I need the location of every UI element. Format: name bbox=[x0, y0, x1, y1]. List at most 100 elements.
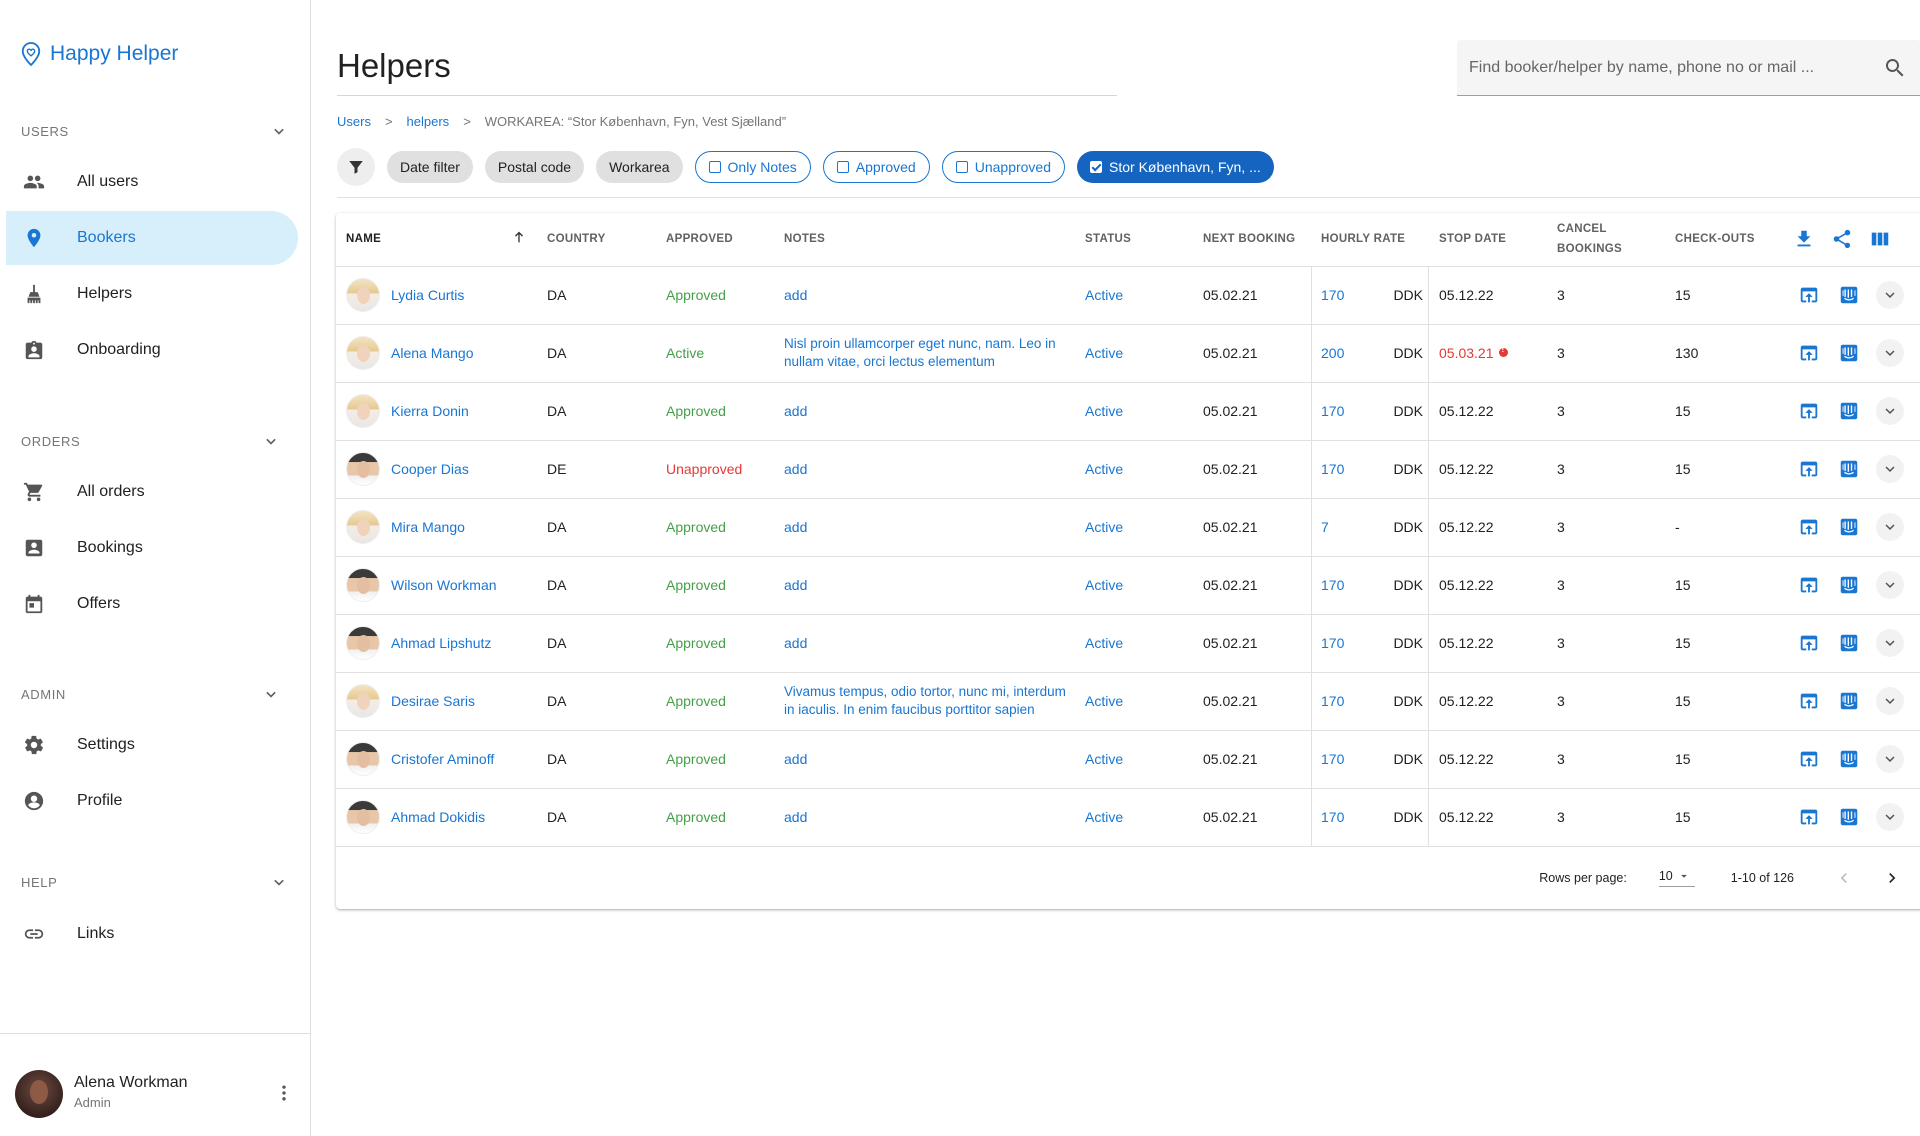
table-row[interactable]: Ahmad Lipshutz DA Approved add Active 05.02.2… bbox=[336, 614, 1920, 673]
helper-name-link[interactable]: Lydia Curtis bbox=[391, 287, 464, 303]
helper-name-link[interactable]: Wilson Workman bbox=[391, 577, 497, 593]
hourly-rate-value[interactable]: 170 bbox=[1321, 287, 1344, 303]
intercom-icon[interactable] bbox=[1836, 456, 1862, 482]
open-external-icon[interactable] bbox=[1796, 340, 1822, 366]
intercom-icon[interactable] bbox=[1836, 630, 1862, 656]
hourly-rate-value[interactable]: 170 bbox=[1321, 461, 1344, 477]
helper-name-link[interactable]: Cooper Dias bbox=[391, 461, 469, 477]
breadcrumb-users[interactable]: Users bbox=[337, 114, 371, 129]
add-note-link[interactable]: add bbox=[784, 751, 807, 767]
cell-hourly-rate[interactable]: 170 DDK bbox=[1311, 382, 1429, 441]
cell-hourly-rate[interactable]: 7 DDK bbox=[1311, 498, 1429, 557]
open-external-icon[interactable] bbox=[1796, 804, 1822, 830]
next-page-button[interactable] bbox=[1876, 862, 1908, 894]
cell-hourly-rate[interactable]: 170 DDK bbox=[1311, 556, 1429, 615]
expand-row-button[interactable] bbox=[1876, 687, 1904, 715]
intercom-icon[interactable] bbox=[1836, 688, 1862, 714]
intercom-icon[interactable] bbox=[1836, 282, 1862, 308]
open-external-icon[interactable] bbox=[1796, 282, 1822, 308]
sidebar-item-helpers[interactable]: Helpers bbox=[6, 267, 298, 321]
more-vertical-icon[interactable] bbox=[272, 1081, 296, 1105]
open-external-icon[interactable] bbox=[1796, 398, 1822, 424]
header-country[interactable]: COUNTRY bbox=[537, 213, 656, 267]
table-row[interactable]: Cooper Dias DE Unapproved add Active 05.02.21… bbox=[336, 440, 1920, 499]
header-checkouts[interactable]: CHECK-OUTS bbox=[1665, 213, 1783, 267]
expand-row-button[interactable] bbox=[1876, 745, 1904, 773]
hourly-rate-value[interactable]: 170 bbox=[1321, 577, 1344, 593]
helper-name-link[interactable]: Kierra Donin bbox=[391, 403, 469, 419]
add-note-link[interactable]: add bbox=[784, 403, 807, 419]
hourly-rate-value[interactable]: 7 bbox=[1321, 519, 1329, 535]
header-next-booking[interactable]: NEXT BOOKING bbox=[1193, 213, 1311, 267]
hourly-rate-value[interactable]: 170 bbox=[1321, 403, 1344, 419]
hourly-rate-value[interactable]: 170 bbox=[1321, 693, 1344, 709]
note-text[interactable]: Vivamus tempus, odio tortor, nunc mi, in… bbox=[784, 683, 1069, 719]
cell-hourly-rate[interactable]: 200 DDK bbox=[1311, 324, 1429, 383]
cell-hourly-rate[interactable]: 170 DDK bbox=[1311, 266, 1429, 325]
helper-name-link[interactable]: Alena Mango bbox=[391, 345, 474, 361]
hourly-rate-value[interactable]: 200 bbox=[1321, 345, 1344, 361]
view-columns-icon[interactable] bbox=[1869, 228, 1891, 250]
note-text[interactable]: Nisl proin ullamcorper eget nunc, nam. L… bbox=[784, 335, 1069, 371]
expand-row-button[interactable] bbox=[1876, 397, 1904, 425]
approved-toggle[interactable]: Approved bbox=[822, 151, 930, 183]
previous-page-button[interactable] bbox=[1828, 862, 1860, 894]
expand-row-button[interactable] bbox=[1876, 571, 1904, 599]
helper-name-link[interactable]: Ahmad Lipshutz bbox=[391, 635, 491, 651]
helper-name-link[interactable]: Cristofer Aminoff bbox=[391, 751, 494, 767]
expand-row-button[interactable] bbox=[1876, 629, 1904, 657]
add-note-link[interactable]: add bbox=[784, 809, 807, 825]
table-row[interactable]: Lydia Curtis DA Approved add Active 05.02.21 1… bbox=[336, 266, 1920, 325]
table-row[interactable]: Cristofer Aminoff DA Approved add Active 05.0… bbox=[336, 730, 1920, 789]
add-note-link[interactable]: add bbox=[784, 287, 807, 303]
table-row[interactable]: Wilson Workman DA Approved add Active 05.02.2… bbox=[336, 556, 1920, 615]
hourly-rate-value[interactable]: 170 bbox=[1321, 809, 1344, 825]
cell-hourly-rate[interactable]: 170 DDK bbox=[1311, 730, 1429, 789]
add-note-link[interactable]: add bbox=[784, 519, 807, 535]
section-orders-header[interactable]: ORDERS bbox=[21, 431, 281, 451]
table-row[interactable]: Alena Mango DA Active Nisl proin ullamcorpe… bbox=[336, 324, 1920, 383]
postal-code-chip[interactable]: Postal code bbox=[484, 151, 585, 183]
cell-hourly-rate[interactable]: 170 DDK bbox=[1311, 614, 1429, 673]
rows-per-page-select[interactable]: 10 bbox=[1658, 869, 1695, 887]
expand-row-button[interactable] bbox=[1876, 455, 1904, 483]
header-stop-date[interactable]: STOP DATE bbox=[1429, 213, 1547, 267]
open-external-icon[interactable] bbox=[1796, 572, 1822, 598]
open-external-icon[interactable] bbox=[1796, 746, 1822, 772]
open-external-icon[interactable] bbox=[1796, 688, 1822, 714]
unapproved-toggle[interactable]: Unapproved bbox=[941, 151, 1065, 183]
intercom-icon[interactable] bbox=[1836, 804, 1862, 830]
hourly-rate-value[interactable]: 170 bbox=[1321, 635, 1344, 651]
sidebar-item-links[interactable]: Links bbox=[6, 907, 298, 961]
open-external-icon[interactable] bbox=[1796, 630, 1822, 656]
section-help-header[interactable]: HELP bbox=[21, 872, 289, 892]
open-external-icon[interactable] bbox=[1796, 456, 1822, 482]
arrow-up-icon[interactable] bbox=[511, 229, 527, 245]
cell-hourly-rate[interactable]: 170 DDK bbox=[1311, 788, 1429, 847]
date-filter-chip[interactable]: Date filter bbox=[387, 151, 473, 183]
expand-row-button[interactable] bbox=[1876, 339, 1904, 367]
header-notes[interactable]: NOTES bbox=[774, 213, 1075, 267]
header-status[interactable]: STATUS bbox=[1075, 213, 1193, 267]
header-hourly-rate[interactable]: HOURLY RATE bbox=[1311, 213, 1429, 267]
header-approved[interactable]: APPROVED bbox=[656, 213, 774, 267]
add-note-link[interactable]: add bbox=[784, 577, 807, 593]
app-logo[interactable]: Happy Helper bbox=[20, 41, 178, 67]
hourly-rate-value[interactable]: 170 bbox=[1321, 751, 1344, 767]
helper-name-link[interactable]: Desirae Saris bbox=[391, 693, 475, 709]
share-icon[interactable] bbox=[1831, 228, 1853, 250]
only-notes-toggle[interactable]: Only Notes bbox=[694, 151, 811, 183]
table-row[interactable]: Kierra Donin DA Approved add Active 05.02.21 1… bbox=[336, 382, 1920, 441]
search-input[interactable] bbox=[1469, 40, 1869, 96]
add-note-link[interactable]: add bbox=[784, 635, 807, 651]
intercom-icon[interactable] bbox=[1836, 514, 1862, 540]
workarea-active-filter[interactable]: Stor København, Fyn, ... bbox=[1077, 151, 1274, 183]
intercom-icon[interactable] bbox=[1836, 572, 1862, 598]
cell-hourly-rate[interactable]: 170 DDK bbox=[1311, 440, 1429, 499]
avatar[interactable] bbox=[15, 1070, 63, 1118]
download-icon[interactable] bbox=[1793, 228, 1815, 250]
sidebar-item-offers[interactable]: Offers bbox=[6, 577, 298, 631]
sidebar-item-all-users[interactable]: All users bbox=[6, 155, 298, 209]
table-row[interactable]: Desirae Saris DA Approved Vivamus tempus, o… bbox=[336, 672, 1920, 731]
open-external-icon[interactable] bbox=[1796, 514, 1822, 540]
